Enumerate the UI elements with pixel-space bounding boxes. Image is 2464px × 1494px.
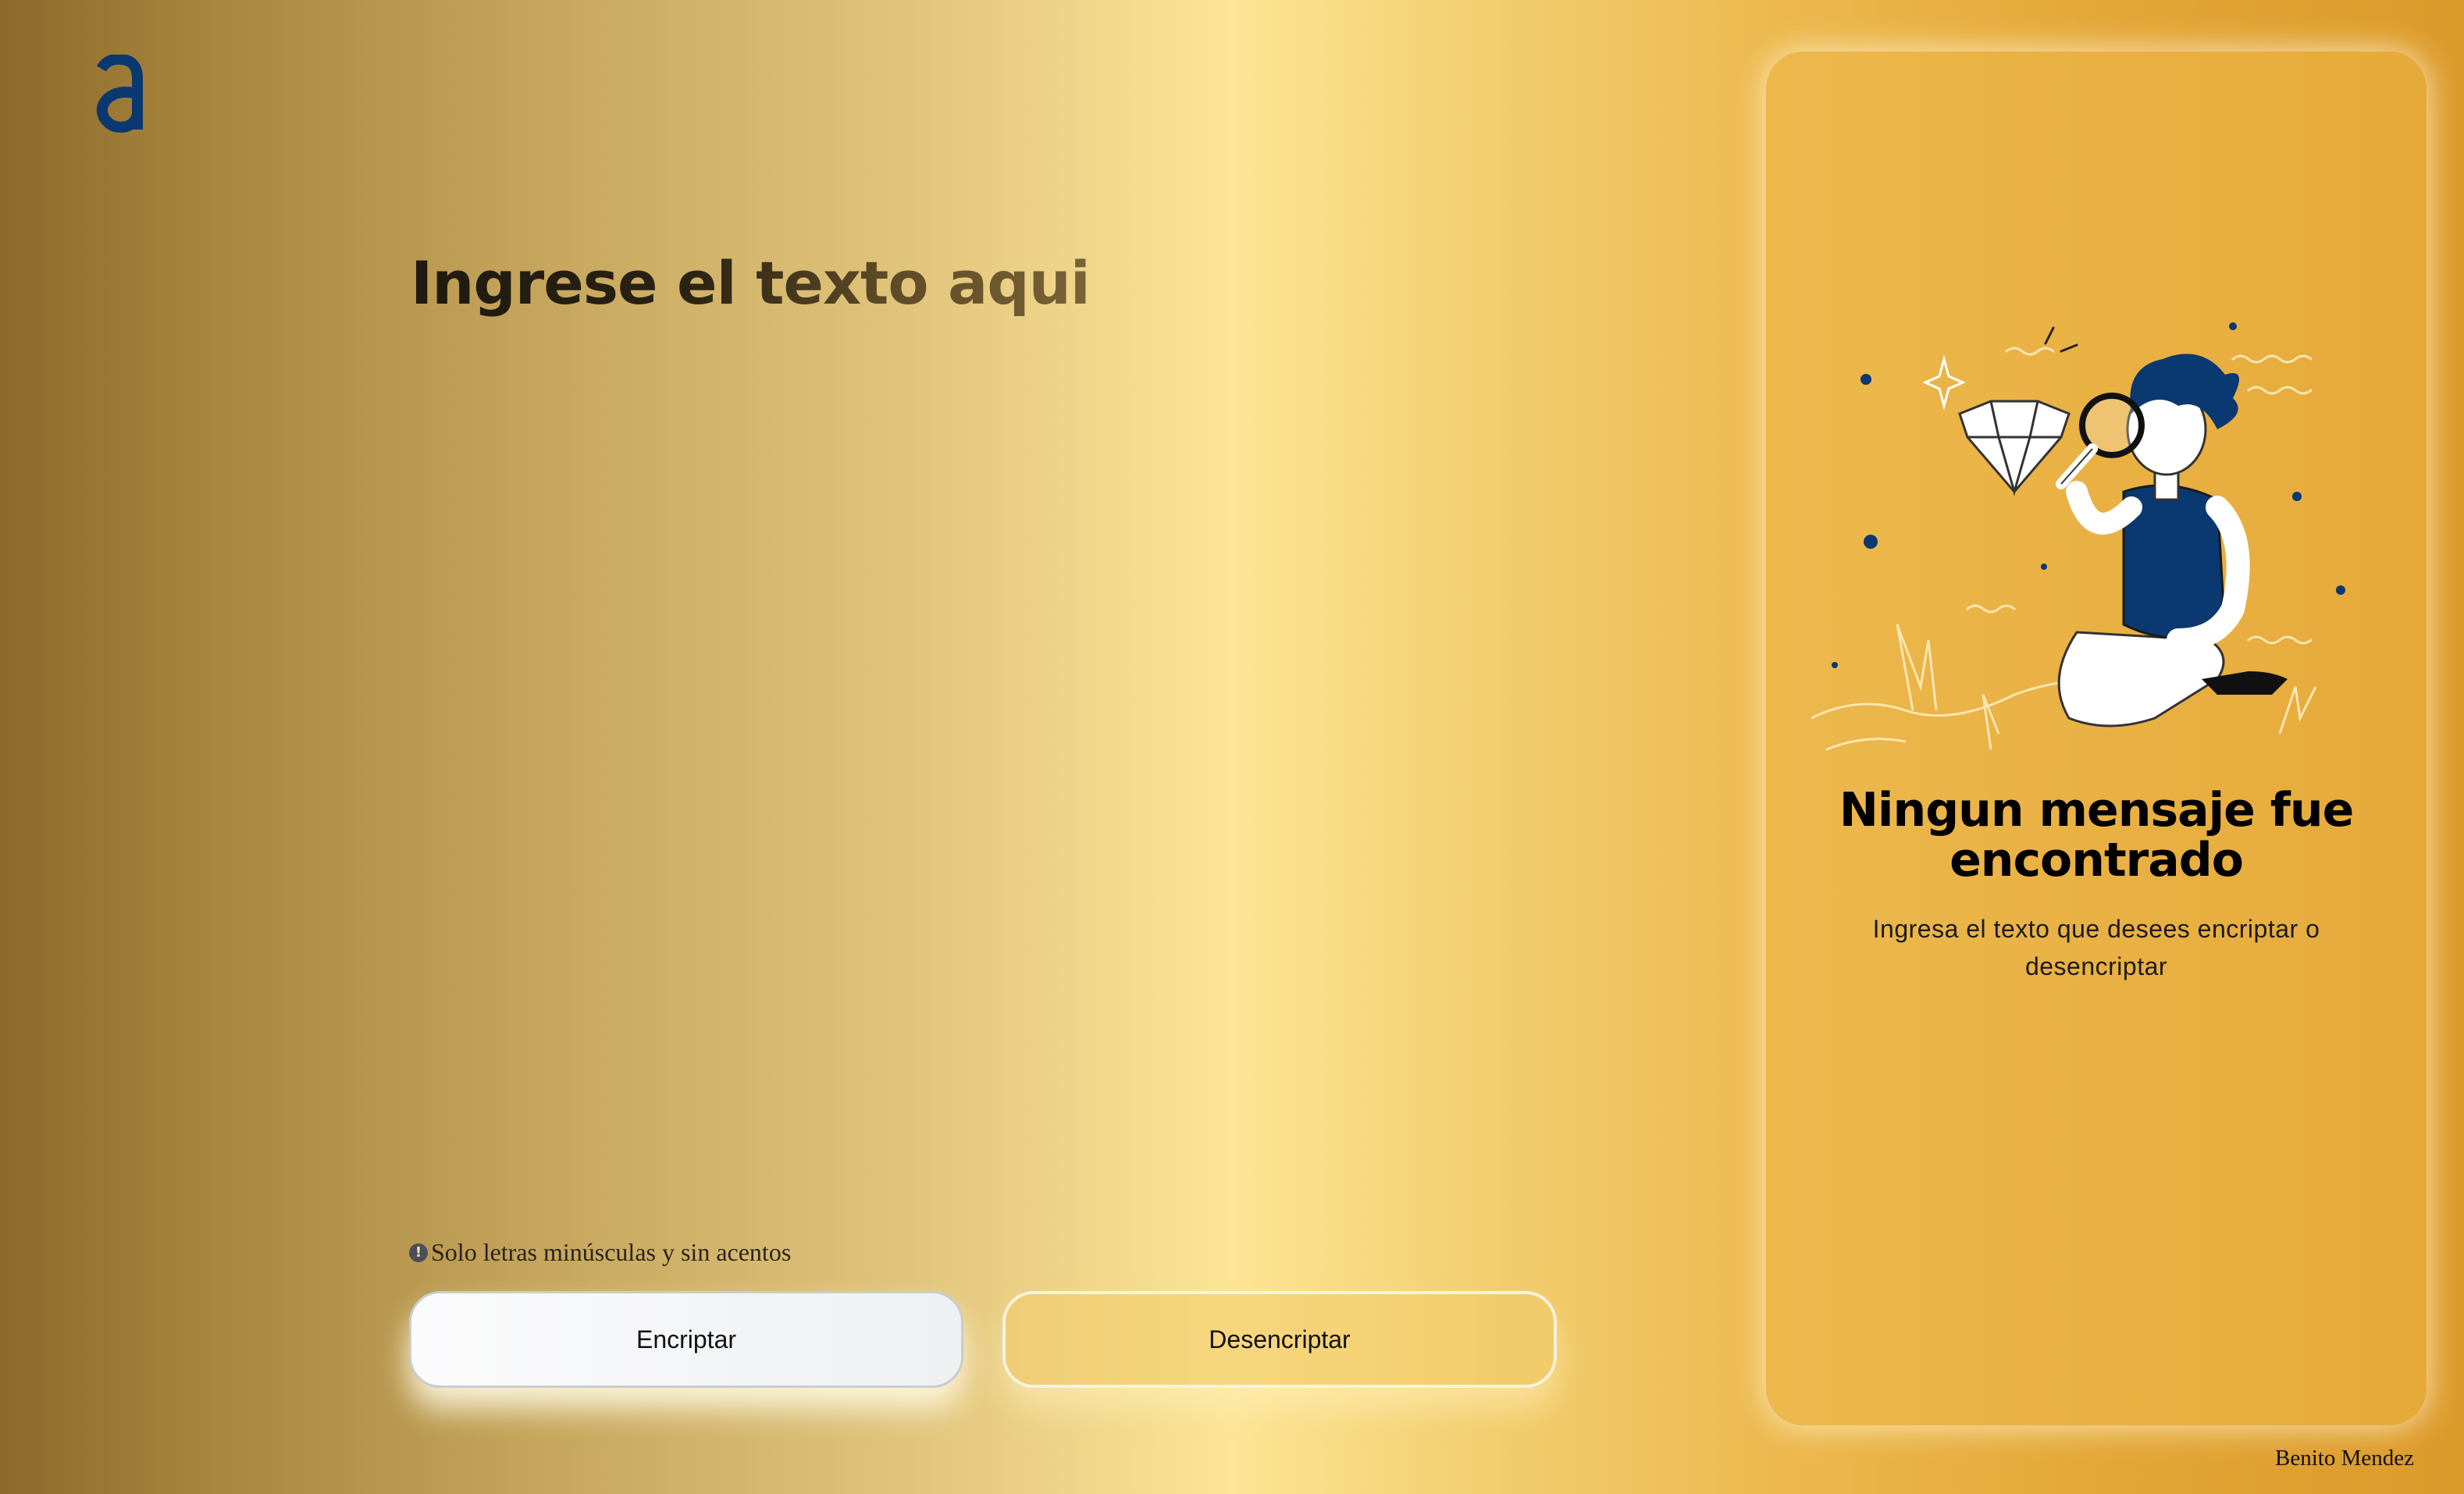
decrypt-button-label: Desencriptar	[1209, 1325, 1351, 1353]
page-title: Ingrese el texto aqui	[411, 248, 1091, 318]
empty-state-text: Ingresa el texto que desees encriptar o …	[1872, 915, 2320, 980]
alura-logo-icon	[96, 55, 143, 133]
footer-author: Benito Mendez	[2275, 1446, 2414, 1471]
decrypt-button[interactable]: Desencriptar	[1002, 1291, 1557, 1388]
hint-text: Solo letras minúsculas y sin acentos	[431, 1238, 792, 1266]
input-hint: ! Solo letras minúsculas y sin acentos	[409, 1238, 791, 1267]
empty-state-title: Ningun mensaje fue encontrado	[1839, 783, 2355, 888]
info-icon: !	[409, 1243, 428, 1262]
text-input[interactable]	[411, 336, 1554, 1197]
encrypt-button-label: Encriptar	[636, 1325, 737, 1353]
person-magnifier-illustration	[1811, 322, 2345, 751]
encrypt-button[interactable]: Encriptar	[409, 1291, 963, 1388]
